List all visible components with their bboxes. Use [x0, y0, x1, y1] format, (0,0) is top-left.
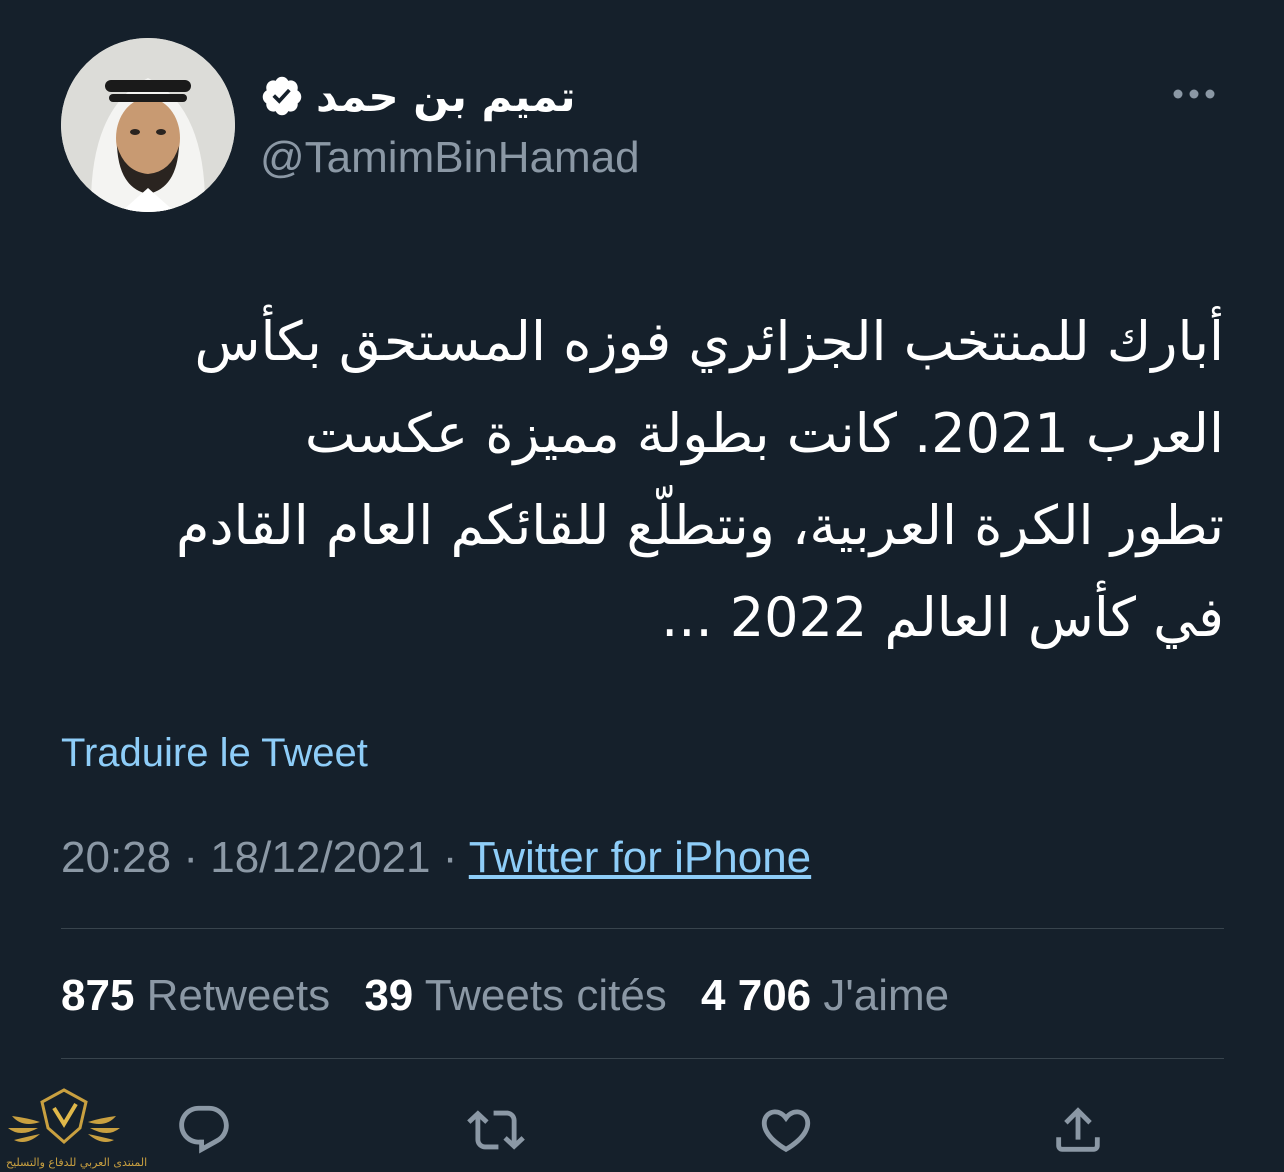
verified-badge-icon: [262, 76, 302, 116]
quotes-label: Tweets cités: [424, 971, 667, 1020]
dots-icon: [1173, 89, 1215, 99]
tweet-line: تطور الكرة العربية، ونتطلّع للقائكم العا…: [176, 494, 1224, 557]
tweet-meta: 20:28 · 18/12/2021 · Twitter for iPhone: [61, 830, 811, 886]
translate-tweet-link[interactable]: Traduire le Tweet: [61, 728, 368, 778]
author-handle[interactable]: @TamimBinHamad: [260, 130, 640, 186]
share-button[interactable]: [1046, 1098, 1110, 1162]
like-icon: [761, 1109, 811, 1153]
retweets-stat[interactable]: 875 Retweets: [61, 971, 330, 1020]
tweet-line: أبارك للمنتخب الجزائري فوزه المستحق بكأس: [194, 310, 1224, 373]
tweet-source-link[interactable]: Twitter for iPhone: [469, 833, 811, 882]
tweet-line: في كأس العالم 2022 ...: [661, 586, 1224, 649]
tweet-stats: 875 Retweets 39 Tweets cités 4 706 J'aim…: [61, 968, 971, 1024]
tweet-text: أبارك للمنتخب الجزائري فوزه المستحق بكأس…: [60, 296, 1224, 664]
divider: [61, 928, 1224, 929]
divider: [61, 1058, 1224, 1059]
likes-stat[interactable]: 4 706 J'aime: [701, 971, 949, 1020]
more-options-icon[interactable]: [1166, 76, 1222, 112]
meta-separator: ·: [183, 833, 198, 882]
tweet-time: 20:28: [61, 833, 172, 882]
watermark-text: المنتدى العربي للدفاع والتسليح: [6, 1156, 148, 1169]
like-button[interactable]: [754, 1098, 818, 1162]
reply-icon: [179, 1105, 229, 1154]
retweet-button[interactable]: [464, 1098, 528, 1162]
meta-separator: ·: [442, 833, 458, 882]
likes-count: 4 706: [701, 971, 812, 1020]
quotes-stat[interactable]: 39 Tweets cités: [364, 971, 666, 1020]
share-icon: [1056, 1107, 1100, 1152]
display-name: تميم بن حمد: [316, 71, 576, 121]
retweets-count: 875: [61, 971, 135, 1020]
reply-button[interactable]: [172, 1098, 236, 1162]
author-name-row[interactable]: تميم بن حمد: [260, 66, 576, 126]
likes-label: J'aime: [823, 971, 950, 1020]
retweet-icon: [467, 1110, 525, 1150]
retweets-label: Retweets: [146, 971, 331, 1020]
tweet-line: العرب 2021. كانت بطولة مميزة عكست: [304, 402, 1224, 465]
tweet-date: 18/12/2021: [210, 833, 431, 882]
avatar[interactable]: [61, 38, 235, 212]
profile-photo: [61, 38, 235, 212]
quotes-count: 39: [364, 971, 414, 1020]
